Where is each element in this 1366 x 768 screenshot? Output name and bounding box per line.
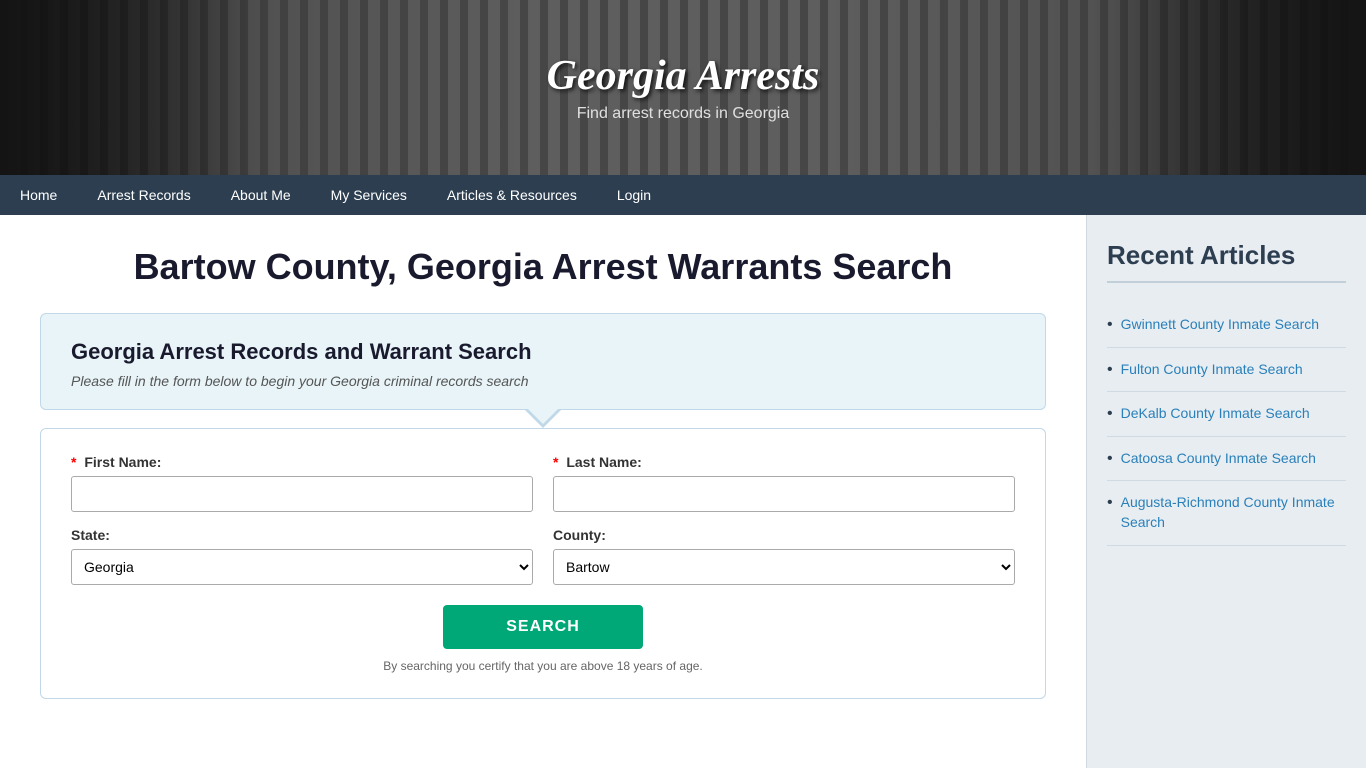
nav-home[interactable]: Home xyxy=(0,175,77,215)
article-link-3[interactable]: DeKalb County Inmate Search xyxy=(1121,404,1310,424)
content-area: Bartow County, Georgia Arrest Warrants S… xyxy=(0,215,1086,768)
site-title: Georgia Arrests xyxy=(547,52,820,100)
list-item: • Fulton County Inmate Search xyxy=(1107,348,1346,393)
search-info-box: Georgia Arrest Records and Warrant Searc… xyxy=(40,313,1046,410)
list-item: • DeKalb County Inmate Search xyxy=(1107,392,1346,437)
site-subtitle: Find arrest records in Georgia xyxy=(547,105,820,123)
article-link-1[interactable]: Gwinnett County Inmate Search xyxy=(1121,315,1319,335)
sidebar: Recent Articles • Gwinnett County Inmate… xyxy=(1086,215,1366,768)
hand-left-decoration xyxy=(0,0,250,175)
county-select[interactable]: Bartow xyxy=(553,549,1015,585)
article-link-4[interactable]: Catoosa County Inmate Search xyxy=(1121,449,1316,469)
list-item: • Catoosa County Inmate Search xyxy=(1107,437,1346,482)
bullet-icon: • xyxy=(1107,450,1113,468)
bullet-icon: • xyxy=(1107,361,1113,379)
list-item: • Gwinnett County Inmate Search xyxy=(1107,303,1346,348)
main-nav: Home Arrest Records About Me My Services… xyxy=(0,175,1366,215)
county-group: County: Bartow xyxy=(553,527,1015,585)
nav-my-services[interactable]: My Services xyxy=(311,175,427,215)
article-link-2[interactable]: Fulton County Inmate Search xyxy=(1121,360,1303,380)
first-name-label: * First Name: xyxy=(71,454,533,470)
list-item: • Augusta-Richmond County Inmate Search xyxy=(1107,481,1346,545)
main-wrapper: Bartow County, Georgia Arrest Warrants S… xyxy=(0,215,1366,768)
first-name-input[interactable] xyxy=(71,476,533,512)
name-row: * First Name: * Last Name: xyxy=(71,454,1015,512)
first-name-required: * xyxy=(71,454,76,470)
certify-text: By searching you certify that you are ab… xyxy=(71,659,1015,673)
search-box-subtitle: Please fill in the form below to begin y… xyxy=(71,373,1015,389)
nav-arrest-records[interactable]: Arrest Records xyxy=(77,175,210,215)
header-content: Georgia Arrests Find arrest records in G… xyxy=(547,52,820,123)
last-name-required: * xyxy=(553,454,558,470)
search-button[interactable]: SEARCH xyxy=(443,605,643,649)
bullet-icon: • xyxy=(1107,405,1113,423)
arrow-down-decoration xyxy=(525,410,561,428)
nav-login[interactable]: Login xyxy=(597,175,671,215)
nav-about-me[interactable]: About Me xyxy=(211,175,311,215)
bullet-icon: • xyxy=(1107,494,1113,512)
recent-articles-list: • Gwinnett County Inmate Search • Fulton… xyxy=(1107,303,1346,546)
site-header: Georgia Arrests Find arrest records in G… xyxy=(0,0,1366,175)
state-label: State: xyxy=(71,527,533,543)
search-form: * First Name: * Last Name: State: xyxy=(40,428,1046,699)
state-group: State: Georgia xyxy=(71,527,533,585)
article-link-5[interactable]: Augusta-Richmond County Inmate Search xyxy=(1121,493,1346,532)
last-name-group: * Last Name: xyxy=(553,454,1015,512)
last-name-label: * Last Name: xyxy=(553,454,1015,470)
bullet-icon: • xyxy=(1107,316,1113,334)
nav-articles-resources[interactable]: Articles & Resources xyxy=(427,175,597,215)
page-title: Bartow County, Georgia Arrest Warrants S… xyxy=(40,245,1046,288)
last-name-input[interactable] xyxy=(553,476,1015,512)
location-row: State: Georgia County: Bartow xyxy=(71,527,1015,585)
hand-right-decoration xyxy=(1116,0,1366,175)
county-label: County: xyxy=(553,527,1015,543)
state-select[interactable]: Georgia xyxy=(71,549,533,585)
first-name-group: * First Name: xyxy=(71,454,533,512)
sidebar-title: Recent Articles xyxy=(1107,240,1346,283)
search-box-title: Georgia Arrest Records and Warrant Searc… xyxy=(71,339,1015,365)
